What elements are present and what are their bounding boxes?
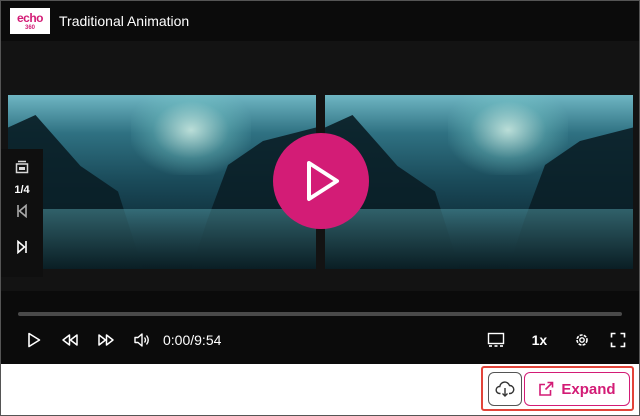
expand-button[interactable]: Expand <box>524 372 630 406</box>
fullscreen-button[interactable] <box>603 325 633 355</box>
video-source-2[interactable] <box>325 95 633 269</box>
rewind-icon <box>62 334 78 346</box>
fast-forward-button[interactable] <box>91 325 121 355</box>
display-layout-icon <box>488 332 505 347</box>
volume-icon <box>134 333 149 347</box>
logo-number-text: 360 <box>24 24 35 31</box>
playback-speed-button[interactable]: 1x <box>523 325 555 355</box>
video-title: Traditional Animation <box>59 13 190 29</box>
previous-source-icon[interactable] <box>12 201 32 221</box>
sea-floor <box>325 209 633 269</box>
layout-icon[interactable] <box>12 157 32 177</box>
display-layout-button[interactable] <box>481 325 511 355</box>
settings-icon <box>576 334 589 346</box>
fullscreen-icon <box>611 332 626 348</box>
external-link-icon <box>539 381 554 396</box>
play-icon <box>28 332 41 348</box>
player-header: echo 360 Traditional Animation <box>1 1 639 41</box>
play-button[interactable] <box>19 325 49 355</box>
video-player: echo 360 Traditional Animation 1/4 0:00/… <box>1 1 639 364</box>
source-count: 1/4 <box>14 184 30 196</box>
cloud-download-icon <box>495 381 515 397</box>
sea-floor <box>8 209 316 269</box>
play-icon <box>307 161 339 201</box>
expand-label: Expand <box>561 380 616 398</box>
next-source-icon[interactable] <box>12 237 32 257</box>
settings-button[interactable] <box>567 325 597 355</box>
control-bar: 0:00/9:54 1x <box>1 321 639 359</box>
action-bar: Expand <box>1 364 639 415</box>
progress-bar[interactable] <box>18 312 622 316</box>
rewind-button[interactable] <box>55 325 85 355</box>
volume-button[interactable] <box>127 325 157 355</box>
logo-brand-text: echo <box>16 10 44 25</box>
big-play-button[interactable] <box>273 133 369 229</box>
source-switcher-panel: 1/4 <box>1 149 43 277</box>
fast-forward-icon <box>98 334 114 346</box>
time-display: 0:00/9:54 <box>163 332 222 348</box>
app-frame: echo 360 Traditional Animation 1/4 0:00/… <box>0 0 640 416</box>
video-source-1[interactable] <box>8 95 316 269</box>
echo360-logo: echo 360 <box>10 8 50 34</box>
download-button[interactable] <box>488 372 522 406</box>
